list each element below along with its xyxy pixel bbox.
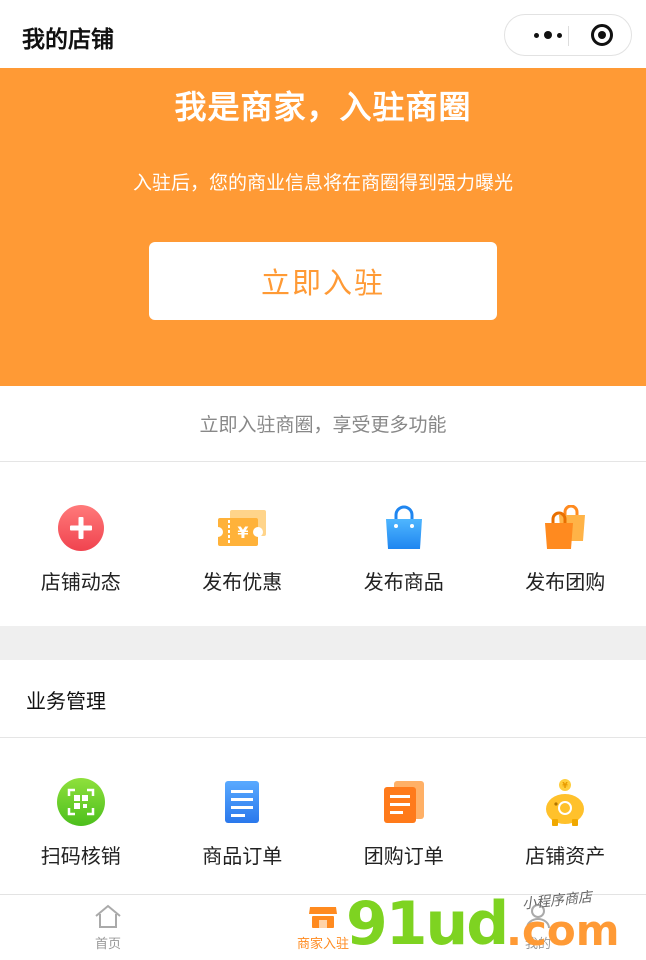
more-menu-icon[interactable] — [525, 25, 571, 45]
section-divider — [0, 737, 646, 738]
business-label: 团购订单 — [363, 844, 444, 868]
action-publish-product[interactable]: 发布商品 — [323, 502, 485, 595]
close-target-icon[interactable] — [591, 24, 613, 46]
page-title: 我的店铺 — [22, 27, 114, 53]
shop-icon — [309, 907, 337, 928]
action-label: 发布商品 — [363, 570, 444, 594]
action-label: 发布优惠 — [202, 570, 283, 594]
tab-label: 首页 — [94, 937, 121, 952]
merchant-hero-banner: 我是商家，入驻商圈 入驻后，您的商业信息将在商圈得到强力曝光 立即入驻 — [0, 68, 646, 386]
nav-bar: 我的店铺 — [0, 0, 646, 68]
group-bags-icon — [539, 502, 591, 554]
business-grid: 扫码核销 商品订单 团购订单 ¥ 店铺资产 — [0, 776, 646, 869]
piggy-bank-icon: ¥ — [539, 776, 591, 828]
action-product-orders[interactable]: 商品订单 — [162, 776, 324, 869]
tab-label: 商家入驻 — [296, 937, 349, 952]
business-label: 扫码核销 — [40, 844, 121, 868]
business-label: 店铺资产 — [525, 844, 606, 868]
action-publish-coupon[interactable]: ¥ 发布优惠 — [162, 502, 324, 595]
action-store-assets[interactable]: ¥ 店铺资产 — [485, 776, 646, 869]
section-separator — [0, 626, 646, 660]
business-label: 商品订单 — [202, 844, 283, 868]
promo-text: 立即入驻商圈，享受更多功能 — [0, 386, 646, 462]
business-section-title: 业务管理 — [26, 689, 106, 713]
plus-circle-icon — [55, 502, 107, 554]
watermark-main: 91ud — [346, 889, 509, 959]
action-publish-group-buy[interactable]: 发布团购 — [485, 502, 646, 595]
order-list-icon — [216, 776, 268, 828]
tab-home[interactable]: 首页 — [48, 895, 168, 960]
mini-program-capsule — [504, 14, 632, 56]
quick-actions-grid: 店铺动态 ¥ 发布优惠 发布商品 发布团购 — [0, 502, 646, 595]
hero-title: 我是商家，入驻商圈 — [174, 88, 472, 126]
hero-subtitle: 入驻后，您的商业信息将在商圈得到强力曝光 — [132, 172, 513, 194]
join-now-button[interactable]: 立即入驻 — [149, 242, 497, 320]
action-scan-verify[interactable]: 扫码核销 — [0, 776, 162, 869]
svg-text:¥: ¥ — [562, 781, 568, 790]
action-label: 发布团购 — [525, 570, 606, 594]
action-group-orders[interactable]: 团购订单 — [323, 776, 485, 869]
action-store-updates[interactable]: 店铺动态 — [0, 502, 162, 595]
coupon-icon: ¥ — [216, 502, 268, 554]
capsule-divider — [568, 26, 569, 46]
action-label: 店铺动态 — [40, 570, 121, 594]
home-icon — [95, 904, 121, 928]
group-order-icon — [378, 776, 430, 828]
site-watermark: 91ud .com 小程序商店 — [346, 888, 636, 960]
svg-text:¥: ¥ — [238, 523, 249, 542]
qr-scan-icon — [55, 776, 107, 828]
shopping-bag-icon — [378, 502, 430, 554]
